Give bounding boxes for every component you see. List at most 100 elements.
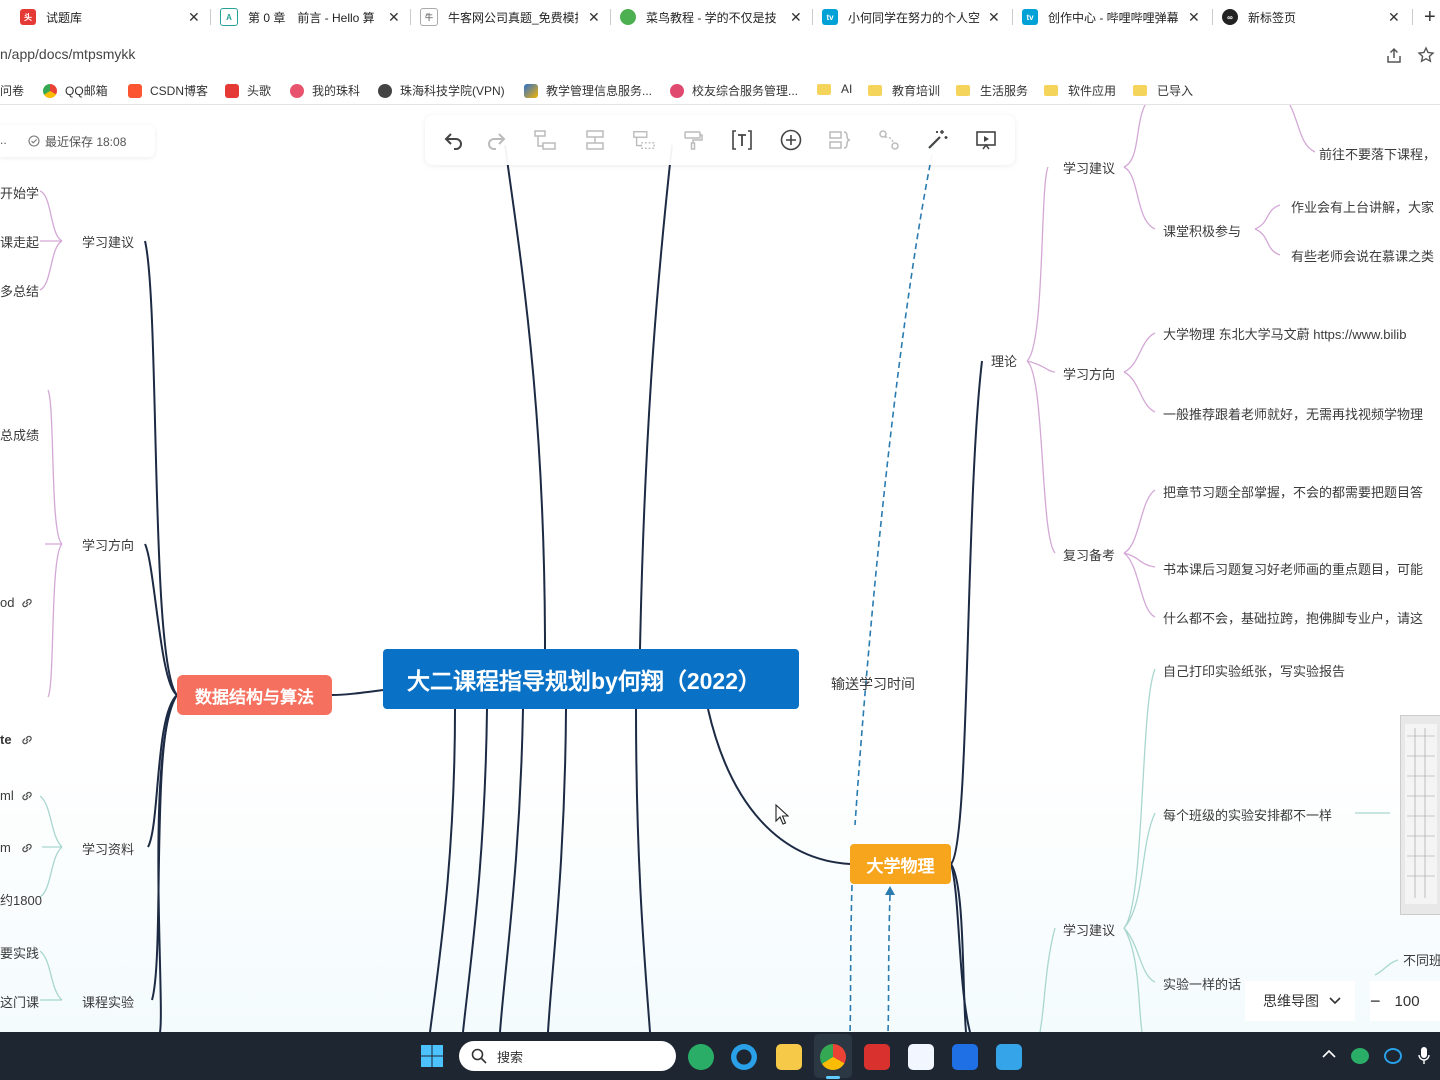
link-icon[interactable] <box>20 841 34 855</box>
physics-lab-advice[interactable]: 学习建议 <box>1063 920 1115 939</box>
child-node-icon[interactable] <box>533 128 557 152</box>
node-fragment[interactable]: 多总结 <box>0 281 39 300</box>
left-study-materials[interactable]: 学习资料 <box>82 839 134 858</box>
close-icon[interactable]: ✕ <box>388 9 400 26</box>
bookmark-item[interactable]: 珠海科技学院(VPN) <box>378 82 505 99</box>
network-icon[interactable] <box>1384 1048 1402 1064</box>
node-fragment[interactable]: 要实践 <box>0 943 39 962</box>
left-course-lab[interactable]: 课程实验 <box>82 992 134 1011</box>
star-icon[interactable] <box>1417 46 1435 64</box>
physics-class-participation[interactable]: 课堂积极参与 <box>1163 221 1241 240</box>
relation-link-icon[interactable] <box>877 128 901 152</box>
redo-icon[interactable] <box>484 128 508 152</box>
left-study-direction[interactable]: 学习方向 <box>82 535 134 554</box>
root-node[interactable]: 大二课程指导规划by何翔（2022） <box>383 649 799 709</box>
bookmark-item[interactable]: 问卷 <box>0 82 24 99</box>
node-fragment[interactable]: te <box>0 732 12 747</box>
physics-leaf[interactable]: 什么都不会，基础拉跨，抱佛脚专业户，请这 <box>1163 608 1423 627</box>
physics-leaf[interactable]: 自己打印实验纸张，写实验报告 <box>1163 661 1345 680</box>
physics-leaf[interactable]: 作业会有上台讲解，大家 <box>1291 197 1434 216</box>
browser-tab[interactable]: 头 试题库 ✕ <box>20 0 205 34</box>
insert-icon[interactable] <box>779 128 803 152</box>
node-fragment[interactable]: ml <box>0 788 14 803</box>
relation-label[interactable]: 输送学习时间 <box>831 674 915 694</box>
node-fragment[interactable]: m <box>0 840 11 855</box>
bookmark-folder[interactable]: 已导入 <box>1133 82 1193 99</box>
browser-tab[interactable]: 菜鸟教程 - 学的不仅是技 ✕ <box>620 0 810 34</box>
whiteboard-icon[interactable] <box>952 1044 978 1070</box>
branch-node-data-structures[interactable]: 数据结构与算法 <box>177 675 332 715</box>
bookmark-item[interactable]: 教学管理信息服务... <box>524 82 652 99</box>
browser-tab[interactable]: tv 创作中心 - 哔哩哔哩弹幕 ✕ <box>1022 0 1207 34</box>
file-explorer-icon[interactable] <box>776 1044 802 1070</box>
node-fragment[interactable]: 课走起 <box>0 232 39 251</box>
chevron-up-icon[interactable] <box>1322 1049 1336 1059</box>
browser-tab[interactable]: ∞ 新标签页 ✕ <box>1222 0 1407 34</box>
node-fragment[interactable]: 总成绩 <box>0 425 39 444</box>
taskbar-search[interactable]: 搜索 <box>459 1041 676 1071</box>
physics-leaf[interactable]: 前往不要落下课程， <box>1319 144 1436 163</box>
physics-study-direction[interactable]: 学习方向 <box>1063 364 1115 383</box>
physics-leaf[interactable]: 实验一样的话 <box>1163 974 1241 993</box>
bookmark-item[interactable]: QQ邮箱 <box>43 82 108 99</box>
windows-start-icon[interactable] <box>420 1044 444 1068</box>
physics-leaf[interactable]: 大学物理 东北大学马文蔚 https://www.bilib <box>1163 324 1406 343</box>
share-icon[interactable] <box>1385 47 1403 65</box>
close-icon[interactable]: ✕ <box>1188 9 1200 26</box>
view-mode-dropdown[interactable]: 思维导图 <box>1245 981 1355 1021</box>
close-icon[interactable]: ✕ <box>988 9 1000 26</box>
wps-icon[interactable] <box>864 1044 890 1070</box>
attached-image-thumbnail[interactable] <box>1400 715 1440 915</box>
node-fragment[interactable]: 这门课 <box>0 992 39 1011</box>
link-icon[interactable] <box>20 789 34 803</box>
new-tab-button[interactable]: + <box>1424 6 1436 29</box>
browser-tab[interactable]: tv 小何同学在努力的个人空 ✕ <box>822 0 1007 34</box>
link-icon[interactable] <box>20 733 34 747</box>
bookmark-item[interactable]: 头歌 <box>225 82 271 99</box>
left-study-advice[interactable]: 学习建议 <box>82 232 134 251</box>
physics-theory[interactable]: 理论 <box>991 351 1017 370</box>
magic-wand-icon[interactable] <box>925 128 949 152</box>
text-icon[interactable] <box>730 128 754 152</box>
close-icon[interactable]: ✕ <box>790 9 802 26</box>
baidu-netdisk-icon[interactable] <box>908 1044 934 1070</box>
wechat-tray-icon[interactable] <box>1351 1048 1369 1064</box>
url-text[interactable]: n/app/docs/mtpsmykk <box>0 46 135 62</box>
browser-tab[interactable]: 牛 牛客网公司真题_免费模拟 ✕ <box>420 0 605 34</box>
physics-leaf[interactable]: 把章节习题全部掌握，不会的都需要把题目答 <box>1163 482 1423 501</box>
physics-leaf[interactable]: 有些老师会说在慕课之类 <box>1291 246 1434 265</box>
search-app-icon[interactable] <box>731 1044 757 1070</box>
summary-icon[interactable] <box>828 128 852 152</box>
node-fragment[interactable]: 约1800 <box>0 890 42 909</box>
physics-leaf[interactable]: 不同班 <box>1403 950 1440 969</box>
close-icon[interactable]: ✕ <box>588 9 600 26</box>
browser-tab[interactable]: A 第 0 章 前言 - Hello 算 ✕ <box>220 0 405 34</box>
microphone-icon[interactable] <box>1418 1046 1430 1066</box>
physics-leaf[interactable]: 每个班级的实验安排都不一样 <box>1163 805 1332 824</box>
physics-leaf[interactable]: 一般推荐跟着老师就好，无需再找视频学物理 <box>1163 404 1423 423</box>
present-icon[interactable] <box>974 128 998 152</box>
bookmark-item[interactable]: 校友综合服务管理... <box>670 82 798 99</box>
node-fragment[interactable]: od <box>0 595 14 610</box>
bookmark-item[interactable]: CSDN博客 <box>128 82 208 99</box>
bookmark-folder[interactable]: 软件应用 <box>1044 82 1116 99</box>
zoom-out-button[interactable]: − <box>1370 991 1381 1012</box>
branch-node-physics[interactable]: 大学物理 <box>850 844 951 884</box>
sibling-node-icon[interactable] <box>583 128 607 152</box>
close-icon[interactable]: ✕ <box>188 9 200 26</box>
bookmark-folder[interactable]: AI <box>817 82 852 96</box>
bookmark-item[interactable]: 我的珠科 <box>290 82 360 99</box>
physics-review[interactable]: 复习备考 <box>1063 545 1115 564</box>
node-fragment[interactable]: 开始学 <box>0 183 39 202</box>
physics-study-advice[interactable]: 学习建议 <box>1063 158 1115 177</box>
physics-leaf[interactable]: 书本课后习题复习好老师画的重点题目，可能 <box>1163 559 1423 578</box>
bookmark-folder[interactable]: 生活服务 <box>956 82 1028 99</box>
parent-node-icon[interactable] <box>632 128 656 152</box>
format-painter-icon[interactable] <box>681 128 705 152</box>
link-icon[interactable] <box>20 596 34 610</box>
close-icon[interactable]: ✕ <box>1388 9 1400 26</box>
mindmap-canvas[interactable]: .. 最近保存 18:08 大二课程指导规划by何翔（2022） 数据结构与算法… <box>0 105 1440 1032</box>
undo-icon[interactable] <box>442 128 466 152</box>
chrome-icon[interactable] <box>820 1044 846 1070</box>
wechat-icon[interactable] <box>688 1044 714 1070</box>
